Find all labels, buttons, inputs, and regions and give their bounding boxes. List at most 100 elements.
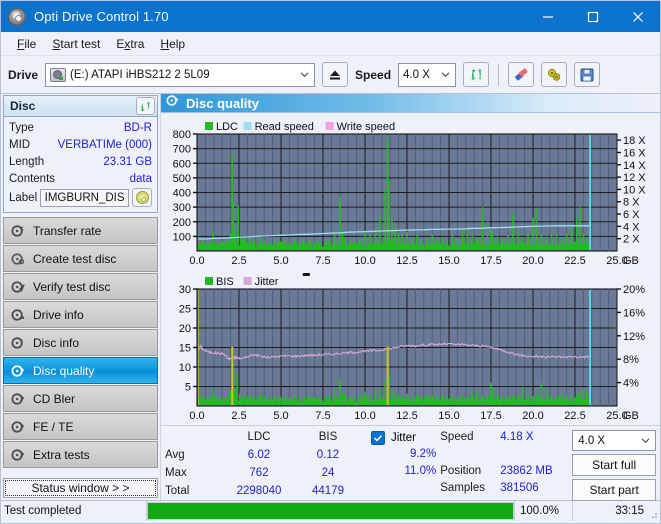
svg-text:7.5: 7.5 [315,255,330,267]
sidebar-item-extra-tests[interactable]: Extra tests [3,441,158,468]
svg-text:22.5: 22.5 [564,255,585,267]
stats-max-bis: 24 [321,467,335,479]
jitter-checkbox[interactable] [371,430,385,445]
disc-quality-icon [166,94,179,112]
cd-disc-icon [135,191,149,204]
disc-row-contents: Contents data [9,170,152,187]
erase-button[interactable] [508,62,535,87]
svg-text:BIS: BIS [216,276,234,288]
maximize-button[interactable] [570,1,615,32]
start-full-button[interactable]: Start full [572,454,656,476]
stats-total-ldc: 2298040 [236,485,282,497]
disc-label-icon-button[interactable] [132,188,152,207]
disc-fete-icon [11,420,25,434]
disc-transfer-icon [11,224,25,238]
drive-select[interactable]: (E:) ATAPI iHBS212 2 5L09 [45,62,316,87]
stats-table: LDC BIS Avg 6.02 0.12 Max 762 24 Total 2… [165,429,361,501]
svg-text:2 X: 2 X [623,234,640,246]
test-speed-select[interactable]: 4.0 X [572,430,656,451]
chart-bis-jitter: BIS Jitter 5 10 15 20 25 30 4% 8% 12% 16% 20% 0.0 2.5 5… [163,270,658,425]
speed-row: Speed 4.18 X [440,429,572,446]
sidebar-item-transfer-rate[interactable]: Transfer rate [3,217,158,244]
svg-text:Jitter: Jitter [255,276,279,288]
stats-row-key: Max [165,467,187,479]
svg-text:0.0: 0.0 [189,410,204,422]
sidebar-item-fe-te[interactable]: FE / TE [3,413,158,440]
svg-text:10 X: 10 X [623,184,646,196]
menu-extra[interactable]: Extra [108,34,152,54]
disc-extra-icon [11,448,25,462]
stats-corner [165,429,223,446]
svg-text:600: 600 [173,158,191,170]
chart-ldc-readspeed: LDC Read speed Write speed 100 200 300 400 500 6… [163,115,658,270]
progress-bar-fill [148,503,513,519]
samples-value: 381506 [500,482,539,494]
disc-verify-icon [11,280,25,294]
settings-button[interactable] [541,62,568,87]
svg-text:4 X: 4 X [623,221,640,233]
elapsed-time: 33:15 [572,501,660,521]
sidebar: Disc Type BD-R MID VERBATIMe (000) Lengt… [1,94,161,500]
svg-text:7.5: 7.5 [315,410,330,422]
svg-text:300: 300 [173,202,191,214]
svg-text:2.5: 2.5 [231,410,246,422]
disc-info-panel: Disc Type BD-R MID VERBATIMe (000) Lengt… [3,95,158,213]
sidebar-item-label: Disc info [33,335,80,350]
chart-bis-jitter-svg[interactable]: BIS Jitter 5 10 15 20 25 30 4% 8% 12% 16% 20% 0.0 2.5 5… [163,270,657,425]
chart-ldc-readspeed-svg[interactable]: LDC Read speed Write speed 100 200 300 400 500 6… [163,115,657,270]
svg-text:12.5: 12.5 [396,410,417,422]
title-bar: Opti Drive Control 1.70 [1,1,660,32]
controls-column: 4.0 X Start full Start part [572,429,656,501]
svg-text:10: 10 [179,362,191,374]
disc-refresh-button[interactable] [136,97,155,115]
menu-file[interactable]: FFileile [9,34,44,54]
sidebar-item-label: Create test disc [33,251,117,266]
minimize-button[interactable] [525,1,570,32]
disc-row-value: data [129,172,152,185]
stats-col-ldc: LDC [247,431,271,443]
speed-select[interactable]: 4.0 X [398,62,457,87]
app-disc-icon [8,7,26,26]
svg-text:10.0: 10.0 [354,255,375,267]
body: Disc Type BD-R MID VERBATIMe (000) Lengt… [1,94,660,501]
sidebar-item-cd-bler[interactable]: CD Bler [3,385,158,412]
save-button[interactable] [574,62,601,87]
chevron-down-icon [300,71,309,77]
disc-row-key: Length [9,155,45,168]
sidebar-item-disc-quality[interactable]: Disc quality [3,357,158,384]
disc-label-field[interactable]: IMGBURN_DIS [40,188,129,207]
svg-text:5: 5 [185,382,191,394]
start-part-button[interactable]: Start part [572,479,656,501]
svg-text:GB: GB [623,255,639,267]
menu-bar: FFileile Start test Extra Help [1,32,660,56]
svg-text:15.0: 15.0 [438,410,459,422]
test-speed-value: 4.0 X [578,434,606,447]
resize-grip-icon[interactable] [648,509,658,519]
menu-help[interactable]: Help [152,34,193,54]
drive-info-icon [11,308,25,322]
sidebar-item-create-test-disc[interactable]: Create test disc [3,245,158,272]
eject-button[interactable] [322,62,349,87]
floppy-save-icon [580,68,594,81]
sidebar-item-verify-test-disc[interactable]: Verify test disc [3,273,158,300]
svg-text:30: 30 [179,284,191,296]
jitter-avg: 9.2% [410,448,437,460]
disc-info-icon [11,336,25,350]
disc-bler-icon [11,392,25,406]
main-header-title: Disc quality [186,95,259,111]
svg-text:16%: 16% [623,307,645,319]
refresh-button[interactable] [463,62,490,87]
svg-text:4%: 4% [623,378,639,390]
close-button[interactable] [615,1,660,32]
status-window-button[interactable]: Status window > > [3,478,158,498]
position-row: Position 23862 MB [440,463,572,480]
drive-label: Drive [8,67,39,82]
menu-start-test[interactable]: Start test [44,34,108,54]
jitter-column: Jitter 9.2% 11.0% [361,429,440,501]
main-panel: Disc quality LDC Read speed Write speed 100… [161,94,660,501]
position-key: Position [440,465,482,477]
disc-row-value: 23.31 GB [103,155,152,168]
svg-text:25: 25 [179,304,191,316]
sidebar-item-drive-info[interactable]: Drive info [3,301,158,328]
sidebar-item-disc-info[interactable]: Disc info [3,329,158,356]
